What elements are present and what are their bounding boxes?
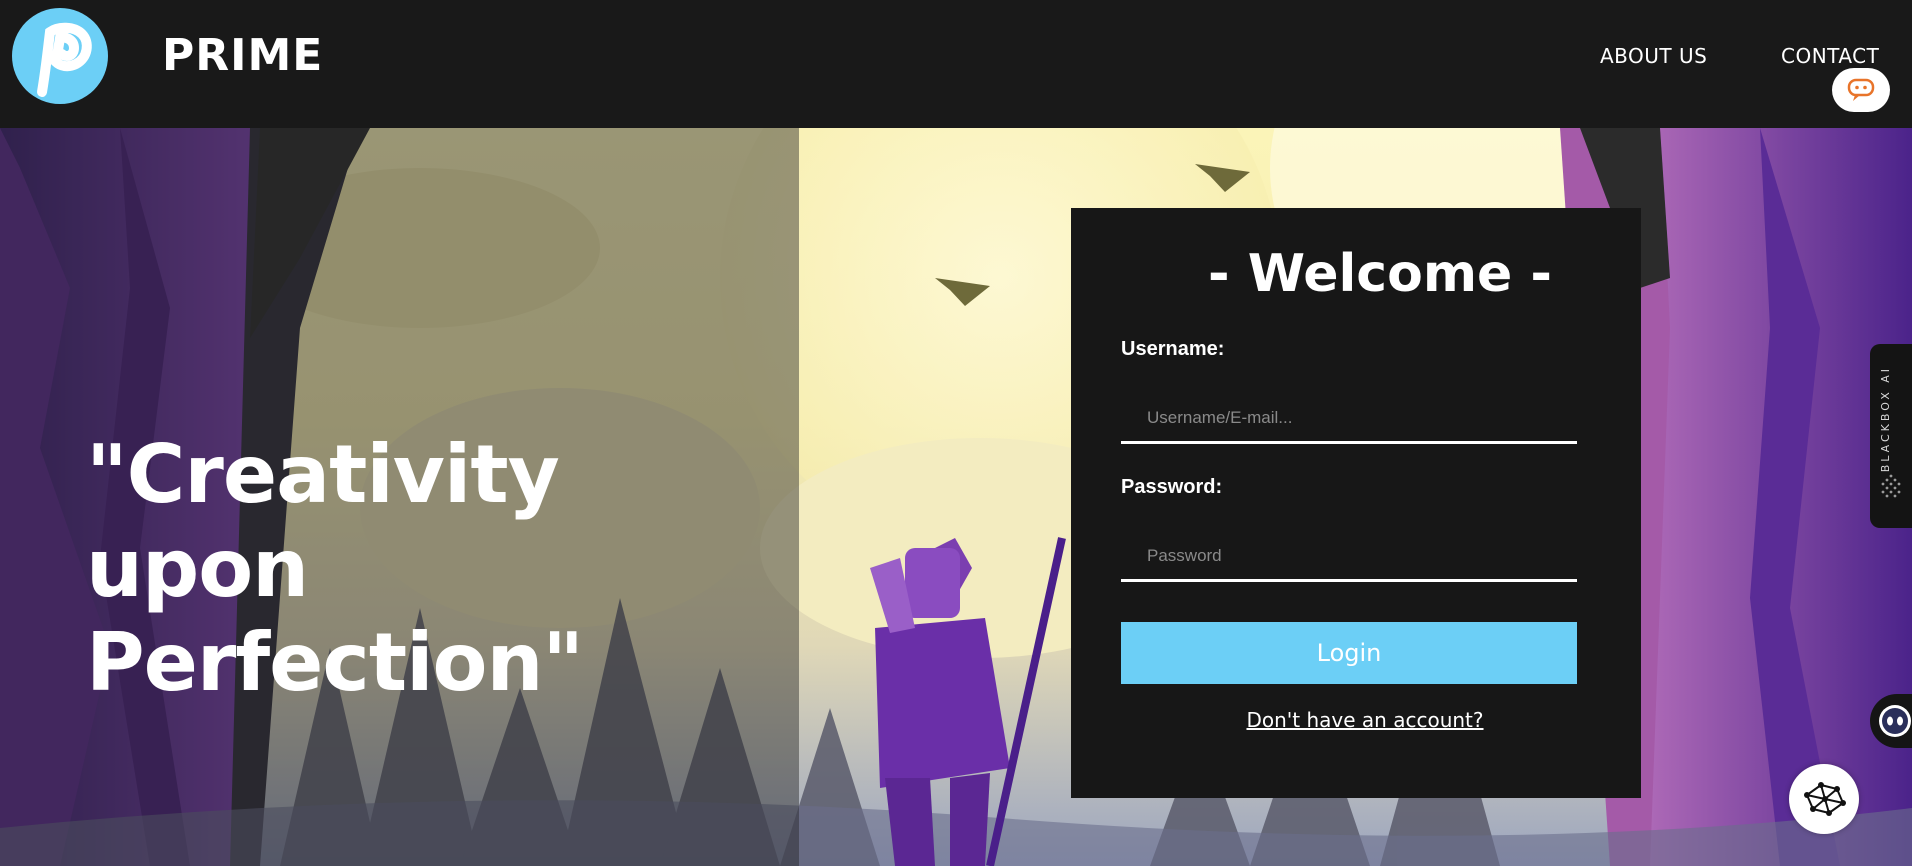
top-navbar: PRIME ABOUT US CONTACT	[0, 0, 1912, 128]
nav-contact[interactable]: CONTACT	[1781, 44, 1879, 68]
nav-about-us[interactable]: ABOUT US	[1600, 44, 1707, 68]
brand-name[interactable]: PRIME	[162, 30, 323, 81]
blackbox-ai-tab[interactable]: BLACKBOX AI	[1870, 344, 1912, 528]
login-page: PRIME ABOUT US CONTACT "Creativity upon …	[0, 0, 1912, 866]
chat-widget-button[interactable]	[1832, 68, 1890, 112]
username-input[interactable]	[1121, 394, 1577, 444]
chat-icon	[1847, 78, 1875, 101]
login-button[interactable]: Login	[1121, 622, 1577, 684]
password-label: Password:	[1121, 476, 1223, 498]
assistant-bot-button[interactable]	[1870, 694, 1912, 748]
bot-face-icon	[1879, 705, 1911, 737]
login-title: - Welcome -	[1208, 244, 1552, 304]
blackbox-ai-label: BLACKBOX AI	[1879, 366, 1892, 473]
username-label: Username:	[1121, 338, 1225, 360]
login-card: - Welcome - Username: Password: Login Do…	[1071, 208, 1641, 798]
network-graph-icon	[1804, 782, 1846, 816]
password-input[interactable]	[1121, 532, 1577, 582]
signup-link[interactable]: Don't have an account?	[1071, 708, 1659, 732]
blackbox-dots-icon	[1881, 474, 1901, 498]
prime-logo-icon[interactable]	[12, 8, 108, 104]
hero-tagline: "Creativity upon Perfection"	[86, 428, 584, 709]
network-widget-button[interactable]	[1789, 764, 1859, 834]
